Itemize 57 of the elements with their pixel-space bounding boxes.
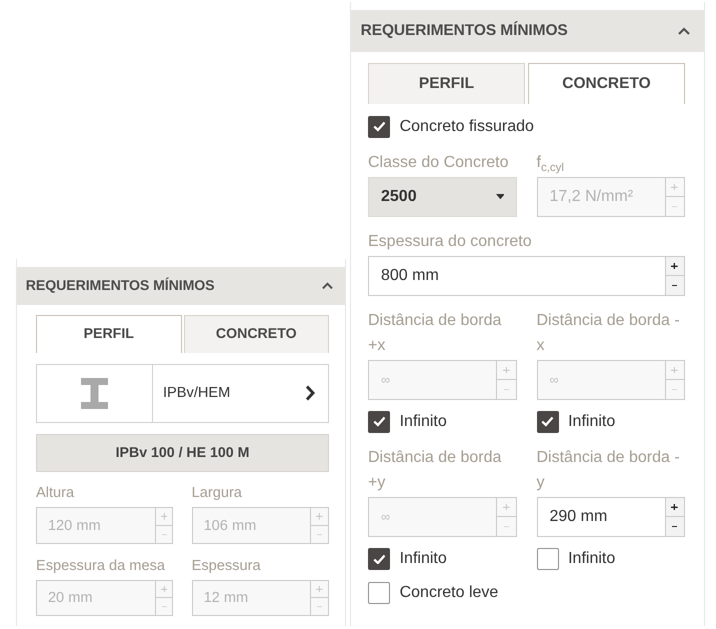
minus-icon: [162, 606, 167, 608]
plus-icon: [160, 513, 168, 520]
field-label: Espessura: [192, 556, 262, 576]
number-field[interactable]: 800 mm: [368, 256, 665, 296]
section-header[interactable]: REQUERIMENTOS MÍNIMOS: [17, 266, 345, 306]
plus-icon: [502, 504, 510, 510]
field-label: Distância de borda - y: [536, 448, 681, 493]
field-label: Distância de borda - x: [536, 310, 681, 356]
checkmark-icon: [541, 416, 554, 428]
tab[interactable]: CONCRETO: [184, 315, 329, 353]
checkbox-label[interactable]: Infinito: [568, 550, 616, 568]
caret-down-icon: [496, 194, 504, 200]
field-label: Classe do Concreto: [368, 152, 510, 173]
profile-selector[interactable]: IPBv/HEM: [36, 364, 329, 423]
field-label: f$_{c,cyl}$: [536, 152, 565, 175]
plus-icon: [502, 366, 510, 374]
plus-icon: [671, 504, 678, 510]
checkbox-label[interactable]: Concreto leve: [400, 584, 498, 602]
minus-icon: [504, 388, 509, 390]
field-label: Largura: [192, 484, 243, 504]
minus-icon: [672, 206, 678, 208]
plus-icon: [316, 513, 323, 520]
minus-icon: [504, 526, 509, 528]
minus-icon: [672, 284, 678, 286]
minus-icon: [672, 388, 678, 390]
field-label: Distância de borda +y: [368, 448, 502, 493]
chevron-right-icon: [305, 385, 315, 402]
increment-button[interactable]: [664, 256, 685, 276]
plus-icon: [316, 586, 323, 592]
i-beam-icon: [81, 378, 108, 409]
dropdown[interactable]: 2500: [368, 176, 516, 217]
plus-icon: [671, 184, 678, 190]
plus-icon: [160, 586, 168, 592]
tab[interactable]: CONCRETO: [528, 62, 685, 104]
checkbox[interactable]: [368, 582, 390, 604]
checkbox-label[interactable]: Concreto fissurado: [400, 118, 534, 136]
minus-icon: [317, 534, 322, 536]
field-label: Altura: [36, 484, 76, 504]
minus-icon: [162, 534, 167, 536]
checkmark-icon: [372, 416, 386, 428]
plus-icon: [671, 262, 678, 270]
checkmark-icon: [372, 554, 386, 564]
profile-size-button[interactable]: IPBv 100 / HE 100 M: [36, 434, 329, 472]
checkmark-icon: [372, 121, 386, 132]
field-label: Espessura do concreto: [368, 232, 533, 252]
tab[interactable]: PERFIL: [36, 315, 182, 353]
field-label: Distância de borda +x: [368, 310, 502, 356]
checkbox[interactable]: [536, 548, 558, 570]
field-label: Espessura da mesa: [36, 556, 166, 576]
increment-button[interactable]: [664, 496, 685, 518]
number-field[interactable]: 290 mm: [536, 496, 665, 537]
minus-icon: [672, 526, 678, 528]
section-header[interactable]: REQUERIMENTOS MÍNIMOS: [351, 10, 704, 52]
tab[interactable]: PERFIL: [368, 62, 525, 104]
checkbox[interactable]: [368, 116, 390, 138]
plus-icon: [671, 366, 678, 374]
minus-icon: [317, 606, 322, 608]
